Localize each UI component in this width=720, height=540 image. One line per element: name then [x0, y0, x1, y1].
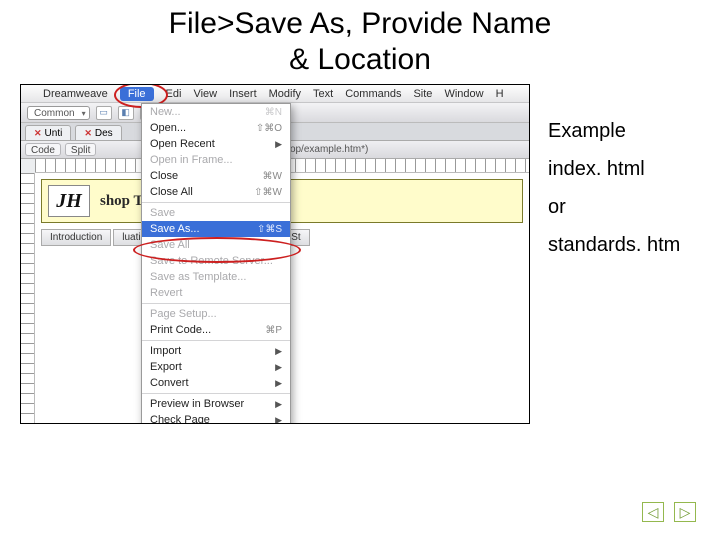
menu-modify[interactable]: Modify — [269, 88, 301, 100]
chevron-right-icon: ▶ — [275, 378, 282, 389]
insert-category-select[interactable]: Common — [27, 106, 90, 120]
menu-insert[interactable]: Insert — [229, 88, 257, 100]
menu-text[interactable]: Text — [313, 88, 333, 100]
chevron-right-icon: ▶ — [275, 362, 282, 373]
side-line-index: index. html — [548, 150, 680, 188]
tool-icon-1[interactable]: ▭ — [96, 106, 112, 120]
mac-menubar: Dreamweave File Edi View Insert Modify T… — [21, 85, 529, 103]
menu-page-setup[interactable]: Page Setup... — [142, 306, 290, 322]
menu-edit[interactable]: Edi — [166, 88, 182, 100]
menu-open-recent[interactable]: Open Recent▶ — [142, 136, 290, 152]
close-icon[interactable]: ✕ — [84, 128, 92, 139]
app-name[interactable]: Dreamweave — [43, 88, 108, 100]
slide-title-line2: & Location — [20, 42, 700, 78]
menu-file[interactable]: File — [120, 87, 154, 101]
menu-window[interactable]: Window — [444, 88, 483, 100]
menu-save-as[interactable]: Save As...⇧⌘S — [142, 221, 290, 237]
doc-tab-1[interactable]: ✕Unti — [25, 125, 71, 140]
menu-separator — [142, 303, 290, 304]
menu-view[interactable]: View — [193, 88, 217, 100]
side-line-example: Example — [548, 112, 680, 150]
side-line-standards: standards. htm — [548, 226, 680, 264]
prev-slide-button[interactable]: ◁ — [642, 502, 664, 522]
menu-site[interactable]: Site — [413, 88, 432, 100]
menu-preview-browser[interactable]: Preview in Browser▶ — [142, 396, 290, 412]
menu-convert[interactable]: Convert▶ — [142, 375, 290, 391]
chevron-right-icon: ▶ — [275, 346, 282, 357]
menu-separator — [142, 393, 290, 394]
menu-open-in-frame[interactable]: Open in Frame... — [142, 152, 290, 168]
tool-icon-2[interactable]: ◧ — [118, 106, 134, 120]
chevron-right-icon: ▶ — [275, 139, 282, 150]
view-split-button[interactable]: Split — [65, 143, 96, 156]
menu-save-remote[interactable]: Save to Remote Server... — [142, 253, 290, 269]
ruler-vertical — [21, 173, 35, 423]
doc-tab-2[interactable]: ✕Des — [75, 125, 121, 140]
logo: JH — [48, 185, 90, 217]
menu-import[interactable]: Import▶ — [142, 343, 290, 359]
side-annotations: Example index. html or standards. htm — [548, 112, 680, 264]
menu-print-code[interactable]: Print Code...⌘P — [142, 322, 290, 338]
nav-introduction[interactable]: Introduction — [41, 229, 111, 246]
close-icon[interactable]: ✕ — [34, 128, 42, 139]
menu-help[interactable]: H — [496, 88, 504, 100]
menu-file-label: File — [128, 88, 146, 100]
menu-open[interactable]: Open...⇧⌘O — [142, 120, 290, 136]
menu-save-template[interactable]: Save as Template... — [142, 269, 290, 285]
menu-separator — [142, 202, 290, 203]
next-slide-button[interactable]: ▷ — [674, 502, 696, 522]
menu-separator — [142, 340, 290, 341]
menu-revert[interactable]: Revert — [142, 285, 290, 301]
menu-save-all[interactable]: Save All — [142, 237, 290, 253]
menu-commands[interactable]: Commands — [345, 88, 401, 100]
chevron-right-icon: ▶ — [275, 415, 282, 425]
doc-tab-2-label: Des — [95, 128, 113, 139]
side-line-or: or — [548, 188, 680, 226]
chevron-right-icon: ▶ — [275, 399, 282, 410]
slide-title-line1: File>Save As, Provide Name — [20, 6, 700, 42]
menu-close[interactable]: Close⌘W — [142, 168, 290, 184]
menu-export[interactable]: Export▶ — [142, 359, 290, 375]
menu-close-all[interactable]: Close All⇧⌘W — [142, 184, 290, 200]
slide-title: File>Save As, Provide Name & Location — [0, 0, 720, 80]
dreamweaver-screenshot: Dreamweave File Edi View Insert Modify T… — [20, 84, 530, 424]
view-code-button[interactable]: Code — [25, 143, 61, 156]
file-menu-dropdown: New...⌘N Open...⇧⌘O Open Recent▶ Open in… — [141, 103, 291, 424]
menu-check-page[interactable]: Check Page▶ — [142, 412, 290, 424]
slide-nav: ◁ ▷ — [642, 502, 696, 522]
doc-tab-1-label: Unti — [45, 128, 63, 139]
menu-new[interactable]: New...⌘N — [142, 104, 290, 120]
menu-save[interactable]: Save — [142, 205, 290, 221]
